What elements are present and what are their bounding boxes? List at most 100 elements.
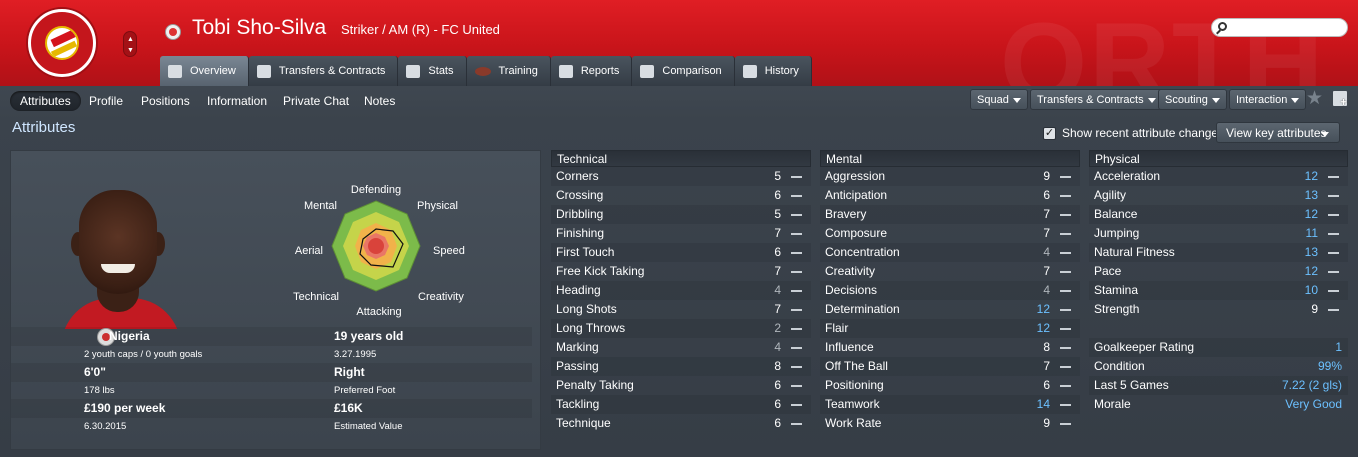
attribute-row[interactable]: Heading 4 <box>551 281 811 300</box>
attribute-value: 4 <box>774 283 781 297</box>
subnav-notes[interactable]: Notes <box>364 91 395 111</box>
attribute-row[interactable]: Last 5 Games 7.22 (2 gls) <box>1089 376 1348 395</box>
attribute-name: Bravery <box>825 207 867 221</box>
attribute-row[interactable]: Flair 12 <box>820 319 1080 338</box>
squad-dropdown[interactable]: Squad <box>970 89 1028 110</box>
attribute-row[interactable]: Long Shots 7 <box>551 300 811 319</box>
attribute-row[interactable]: Crossing 6 <box>551 186 811 205</box>
scouting-dropdown[interactable]: Scouting <box>1158 89 1227 110</box>
attribute-name: Strength <box>1094 302 1140 316</box>
attribute-row[interactable]: Agility 13 <box>1089 186 1348 205</box>
attribute-trend-icon <box>791 233 802 235</box>
attribute-trend-icon <box>1060 195 1071 197</box>
tab-history[interactable]: History <box>734 56 812 86</box>
attribute-row[interactable]: Condition 99% <box>1089 357 1348 376</box>
attribute-value: Very Good <box>1285 397 1342 411</box>
add-note-icon[interactable] <box>1333 91 1347 109</box>
player-position-club[interactable]: Striker / AM (R) - FC United <box>341 22 500 37</box>
attribute-row[interactable]: Pace 12 <box>1089 262 1348 281</box>
attribute-row[interactable]: Passing 8 <box>551 357 811 376</box>
attribute-row[interactable]: Finishing 7 <box>551 224 811 243</box>
attribute-row[interactable]: Dribbling 5 <box>551 205 811 224</box>
tab-comparison[interactable]: Comparison <box>632 56 735 86</box>
attribute-row[interactable]: Jumping 11 <box>1089 224 1348 243</box>
tab-reports[interactable]: Reports <box>550 56 633 86</box>
attribute-value: 12 <box>1036 321 1050 335</box>
attribute-row[interactable]: Positioning 6 <box>820 376 1080 395</box>
height: 6'0" <box>84 365 106 379</box>
attribute-row[interactable]: Off The Ball 7 <box>820 357 1080 376</box>
arrow-down-icon[interactable]: ▼ <box>127 47 134 54</box>
subnav-private-chat[interactable]: Private Chat <box>283 91 349 111</box>
attribute-value: 12 <box>1304 169 1318 183</box>
date-of-birth: 3.27.1995 <box>334 349 377 360</box>
attribute-name: Anticipation <box>825 188 888 202</box>
view-key-attributes-button[interactable]: View key attributes <box>1216 122 1340 143</box>
show-changes-label[interactable]: Show recent attribute changes <box>1062 126 1224 140</box>
attribute-row[interactable]: Long Throws 2 <box>551 319 811 338</box>
show-changes-checkbox[interactable]: ✓ <box>1043 127 1056 140</box>
tab-overview[interactable]: Overview <box>160 56 249 86</box>
attribute-trend-icon <box>791 366 802 368</box>
attribute-row[interactable]: Technique 6 <box>551 414 811 433</box>
attribute-row[interactable]: Anticipation 6 <box>820 186 1080 205</box>
subnav-profile[interactable]: Profile <box>89 91 123 111</box>
interaction-dropdown[interactable]: Interaction <box>1229 89 1307 110</box>
arrow-up-icon[interactable]: ▲ <box>127 36 134 43</box>
attribute-row[interactable]: Influence 8 <box>820 338 1080 357</box>
attribute-name: First Touch <box>556 245 615 259</box>
attribute-row[interactable]: Strength 9 <box>1089 300 1348 319</box>
subnav-positions[interactable]: Positions <box>141 91 190 111</box>
attribute-row[interactable]: Penalty Taking 6 <box>551 376 811 395</box>
radar-center <box>368 238 384 254</box>
attribute-row[interactable]: Bravery 7 <box>820 205 1080 224</box>
attribute-row[interactable]: Concentration 4 <box>820 243 1080 262</box>
tab-training[interactable]: Training <box>466 56 551 86</box>
attribute-value: 4 <box>1043 245 1050 259</box>
player-screen: ORTH ▲ ▼ Tobi Sho-Silva Striker / AM (R)… <box>0 0 1358 457</box>
attribute-row[interactable]: First Touch 6 <box>551 243 811 262</box>
attribute-row[interactable]: Corners 5 <box>551 167 811 186</box>
attribute-row[interactable]: Teamwork 14 <box>820 395 1080 414</box>
attribute-row[interactable]: Natural Fitness 13 <box>1089 243 1348 262</box>
attribute-value: 12 <box>1304 264 1318 278</box>
tab-transfers-contracts[interactable]: Transfers & Contracts <box>248 56 399 86</box>
info-row: 178 lbs Preferred Foot <box>11 381 532 400</box>
attribute-row[interactable]: Tackling 6 <box>551 395 811 414</box>
attribute-name: Tackling <box>556 397 600 411</box>
attribute-row[interactable]: Decisions 4 <box>820 281 1080 300</box>
attribute-value: 8 <box>774 359 781 373</box>
attribute-row[interactable]: Creativity 7 <box>820 262 1080 281</box>
attribute-row[interactable]: Goalkeeper Rating 1 <box>1089 338 1348 357</box>
attribute-row[interactable]: Marking 4 <box>551 338 811 357</box>
transfers-contracts-dropdown[interactable]: Transfers & Contracts <box>1030 89 1163 110</box>
attribute-value: 7 <box>1043 226 1050 240</box>
tab-label: Training <box>498 65 538 77</box>
attribute-value: 5 <box>774 207 781 221</box>
star-icon[interactable]: ★ <box>1306 89 1323 109</box>
subnav-information[interactable]: Information <box>207 91 267 111</box>
attribute-value: 5 <box>774 169 781 183</box>
radar-label-mental: Mental <box>304 200 337 212</box>
attribute-trend-icon <box>1060 404 1071 406</box>
attribute-row[interactable]: Morale Very Good <box>1089 395 1348 414</box>
attribute-value: 8 <box>1043 340 1050 354</box>
subnav-attributes[interactable]: Attributes <box>10 91 81 111</box>
attribute-row[interactable]: Balance 12 <box>1089 205 1348 224</box>
attribute-row[interactable]: Determination 12 <box>820 300 1080 319</box>
attribute-name: Agility <box>1094 188 1127 202</box>
attribute-row[interactable]: Composure 7 <box>820 224 1080 243</box>
nationality[interactable]: Nigeria <box>109 327 150 346</box>
attribute-name: Heading <box>556 283 601 297</box>
attribute-row[interactable]: Free Kick Taking 7 <box>551 262 811 281</box>
attribute-row[interactable]: Work Rate 9 <box>820 414 1080 433</box>
tab-stats[interactable]: Stats <box>398 56 467 86</box>
player-navigate-arrows[interactable]: ▲ ▼ <box>123 31 137 57</box>
attribute-value: 6 <box>774 245 781 259</box>
attribute-row[interactable]: Stamina 10 <box>1089 281 1348 300</box>
attribute-name: Acceleration <box>1094 169 1161 183</box>
attribute-row[interactable]: Acceleration 12 <box>1089 167 1348 186</box>
attribute-row[interactable]: Aggression 9 <box>820 167 1080 186</box>
club-crest[interactable] <box>28 9 96 77</box>
search-input[interactable] <box>1211 18 1348 37</box>
